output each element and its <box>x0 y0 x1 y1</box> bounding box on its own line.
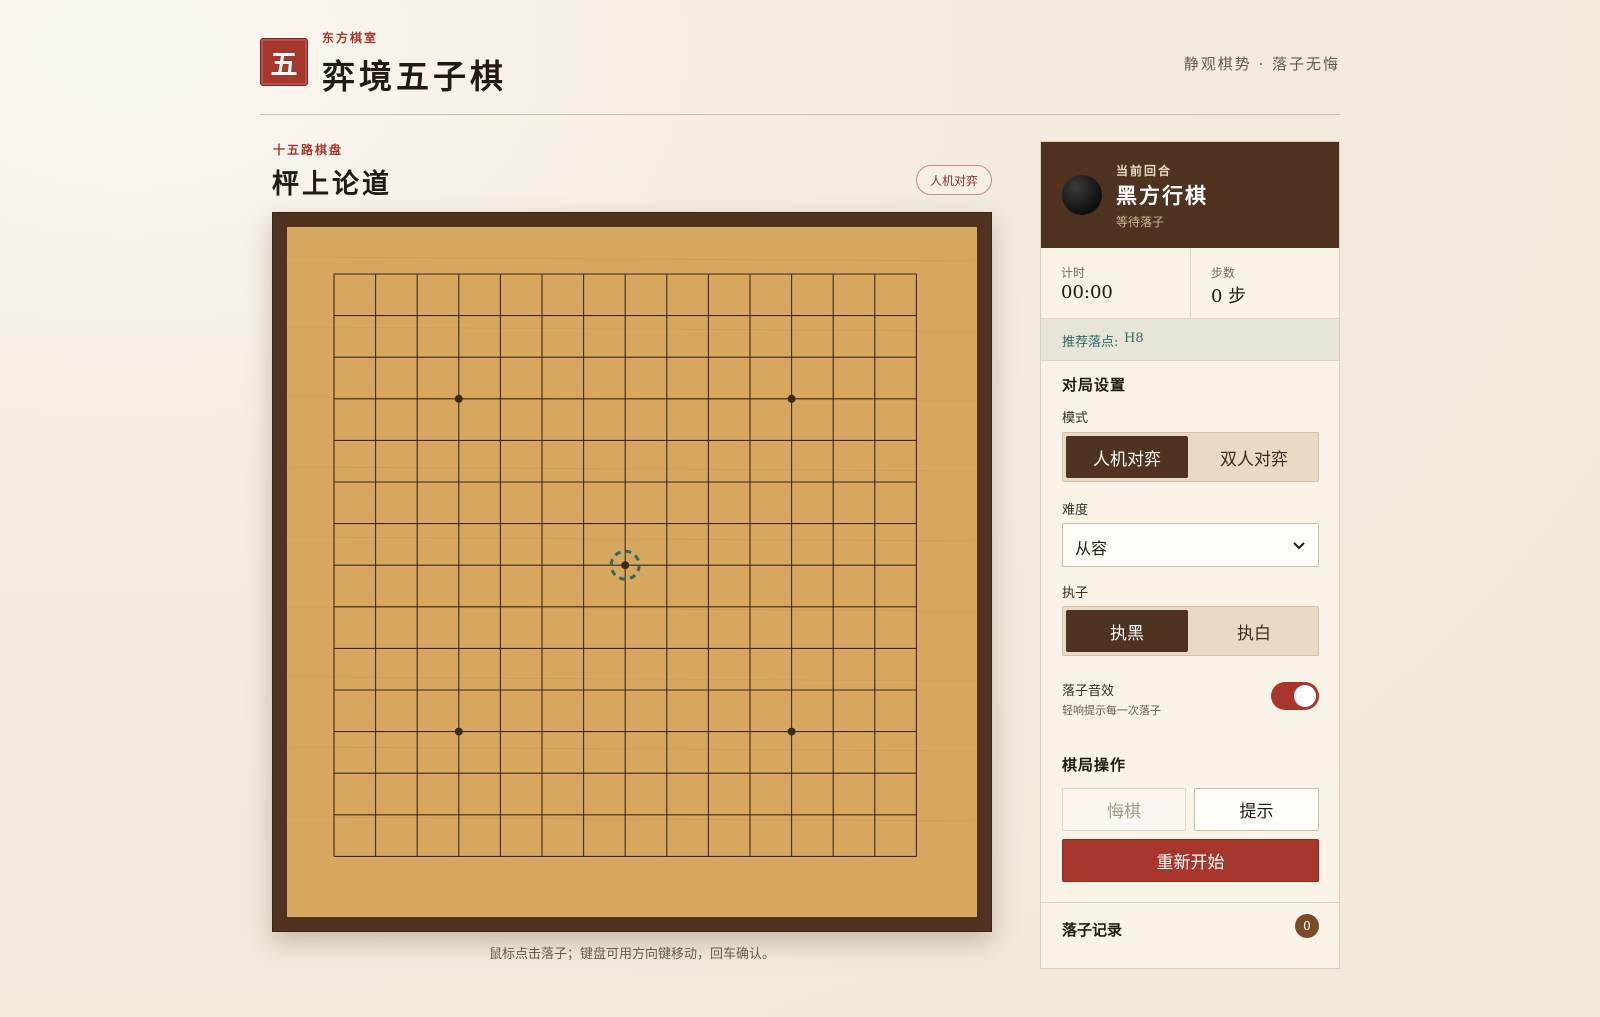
wood-grain <box>287 676 977 682</box>
suggestion-value: H8 <box>1124 331 1144 346</box>
stats-row: 计时 00:00 步数 0 步 <box>1041 248 1339 319</box>
move-log-title: 落子记录 <box>1062 921 1123 939</box>
restart-button[interactable]: 重新开始 <box>1062 839 1319 882</box>
mode-selector: 人机对弈 双人对弈 <box>1062 432 1319 482</box>
hint-button[interactable]: 提示 <box>1194 788 1319 831</box>
actions-title: 棋局操作 <box>1062 756 1127 774</box>
suggestion-label: 推荐落点: <box>1062 335 1119 350</box>
wood-grain <box>287 816 977 822</box>
move-count-badge: 0 <box>1295 914 1319 938</box>
star-point <box>621 561 630 570</box>
side-option-white[interactable]: 执白 <box>1193 610 1315 652</box>
gomoku-board[interactable] <box>287 227 977 917</box>
toggle-knob <box>1294 685 1316 707</box>
sound-description: 轻响提示每一次落子 <box>1062 704 1161 717</box>
side-selector: 执黑 执白 <box>1062 606 1319 656</box>
board-frame <box>272 212 992 932</box>
side-panel: 当前回合 黑方行棋 等待落子 计时 00:00 步数 0 步 推荐落点: H8 … <box>1040 141 1340 969</box>
turn-indicator: 当前回合 黑方行棋 等待落子 <box>1041 142 1339 248</box>
wood-grain <box>287 256 977 262</box>
sound-label: 落子音效 <box>1062 684 1115 699</box>
chevron-down-icon <box>1293 542 1305 550</box>
timer-value: 00:00 <box>1061 282 1113 303</box>
wood-grain <box>287 466 977 472</box>
mode-label: 模式 <box>1062 411 1089 426</box>
steps-label: 步数 <box>1211 266 1236 280</box>
board-subtitle: 十五路棋盘 <box>273 143 344 157</box>
mode-option-ai[interactable]: 人机对弈 <box>1066 436 1188 478</box>
difficulty-select[interactable]: 从容 <box>1062 523 1319 567</box>
app-header: 五 东方棋室 弈境五子棋 静观棋势 · 落子无悔 <box>260 22 1340 115</box>
star-point <box>454 394 463 403</box>
sound-toggle[interactable] <box>1271 682 1319 710</box>
suggestion-bar: 推荐落点: H8 <box>1041 319 1339 361</box>
app-title: 弈境五子棋 <box>322 57 507 96</box>
move-log[interactable]: 落子记录 0 <box>1041 902 1339 953</box>
timer-label: 计时 <box>1061 266 1086 280</box>
mode-badge: 人机对弈 <box>916 165 992 195</box>
side-option-black[interactable]: 执黑 <box>1066 610 1188 652</box>
undo-button[interactable]: 悔棋 <box>1062 788 1186 831</box>
board-grid[interactable] <box>287 227 977 917</box>
black-stone-icon <box>1062 175 1102 215</box>
timer-stat: 计时 00:00 <box>1041 248 1190 318</box>
difficulty-value: 从容 <box>1075 539 1108 558</box>
brand-subtitle: 东方棋室 <box>322 31 379 45</box>
star-point <box>454 727 463 736</box>
turn-player: 黑方行棋 <box>1116 183 1208 208</box>
settings-title: 对局设置 <box>1062 376 1127 394</box>
turn-label: 当前回合 <box>1116 164 1173 178</box>
header-motto: 静观棋势 · 落子无悔 <box>1183 55 1340 73</box>
star-point <box>787 394 796 403</box>
difficulty-label: 难度 <box>1062 503 1089 518</box>
steps-value: 0 步 <box>1211 286 1247 307</box>
steps-stat: 步数 0 步 <box>1190 248 1339 318</box>
board-title: 枰上论道 <box>272 169 392 200</box>
board-instructions: 鼠标点击落子；键盘可用方向键移动，回车确认。 <box>488 947 775 962</box>
wood-grain <box>287 536 977 542</box>
wood-grain <box>287 326 977 332</box>
side-label: 执子 <box>1062 586 1089 601</box>
mode-option-pvp[interactable]: 双人对弈 <box>1193 436 1315 478</box>
wood-grain <box>287 746 977 752</box>
turn-status: 等待落子 <box>1116 215 1165 229</box>
app-logo: 五 <box>260 38 308 86</box>
wood-grain <box>287 606 977 612</box>
star-point <box>787 727 796 736</box>
